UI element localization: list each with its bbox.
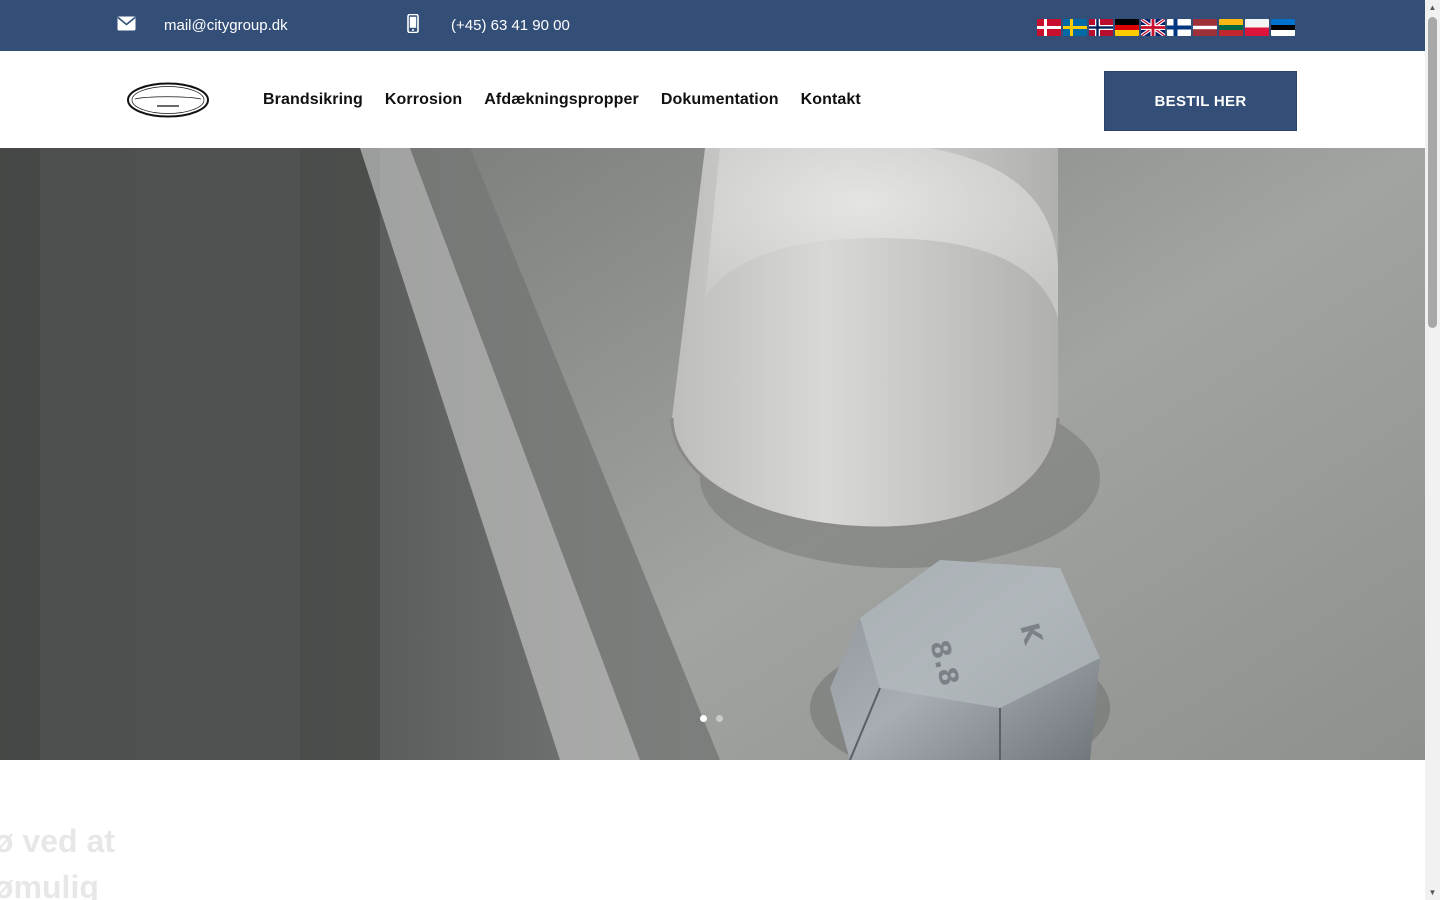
intro-heading: ø ved at ømulig [0,818,115,900]
nav-korrosion[interactable]: Korrosion [385,91,462,109]
slide-dot-2[interactable] [716,715,723,722]
flag-sv-icon[interactable] [1063,19,1087,36]
flag-no-icon[interactable] [1089,19,1113,36]
hero-image: 8.8 K [0,148,1425,760]
nav-brandsikring[interactable]: Brandsikring [263,91,363,109]
flag-da-icon[interactable] [1037,19,1061,36]
scrollbar-thumb[interactable] [1428,17,1437,328]
flag-et-icon[interactable] [1271,19,1295,36]
scroll-down-arrow-icon[interactable]: ▼ [1425,885,1440,900]
nav-dokumentation[interactable]: Dokumentation [661,91,779,109]
email-contact[interactable]: mail@citygroup.dk [117,0,288,51]
intro-heading-line-2: ømulig [0,869,99,900]
flag-lv-icon[interactable] [1193,19,1217,36]
flag-fi-icon[interactable] [1167,19,1191,36]
page-scrollbar[interactable]: ▲ ▼ [1425,0,1440,900]
email-link[interactable]: mail@citygroup.dk [164,17,288,34]
primary-nav: Brandsikring Korrosion Afdækningspropper… [263,51,861,148]
phone-contact[interactable]: (+45) 63 41 90 00 [407,0,570,51]
phone-link[interactable]: (+45) 63 41 90 00 [451,17,570,34]
scroll-up-arrow-icon[interactable]: ▲ [1425,0,1440,15]
slider-pagination [700,715,723,722]
slide-dot-1[interactable] [700,715,707,722]
flag-de-icon[interactable] [1115,19,1139,36]
mobile-phone-icon [407,13,419,37]
nav-kontakt[interactable]: Kontakt [801,91,861,109]
main-header: Brandsikring Korrosion Afdækningspropper… [0,51,1425,148]
intro-heading-line-1: ø ved at [0,823,115,859]
envelope-icon [117,16,136,35]
flag-lt-icon[interactable] [1219,19,1243,36]
intro-section: ø ved at ømulig [0,760,1425,900]
flag-pl-icon[interactable] [1245,19,1269,36]
top-contact-bar: mail@citygroup.dk (+45) 63 41 90 00 [0,0,1425,51]
nav-afdaekningspropper[interactable]: Afdækningspropper [484,91,639,109]
citygroup-logo[interactable] [127,82,209,118]
hero-slider[interactable]: 8.8 K [0,148,1425,760]
language-switcher [1037,19,1295,36]
order-button[interactable]: BESTIL HER [1104,71,1297,131]
flag-en-icon[interactable] [1141,19,1165,36]
